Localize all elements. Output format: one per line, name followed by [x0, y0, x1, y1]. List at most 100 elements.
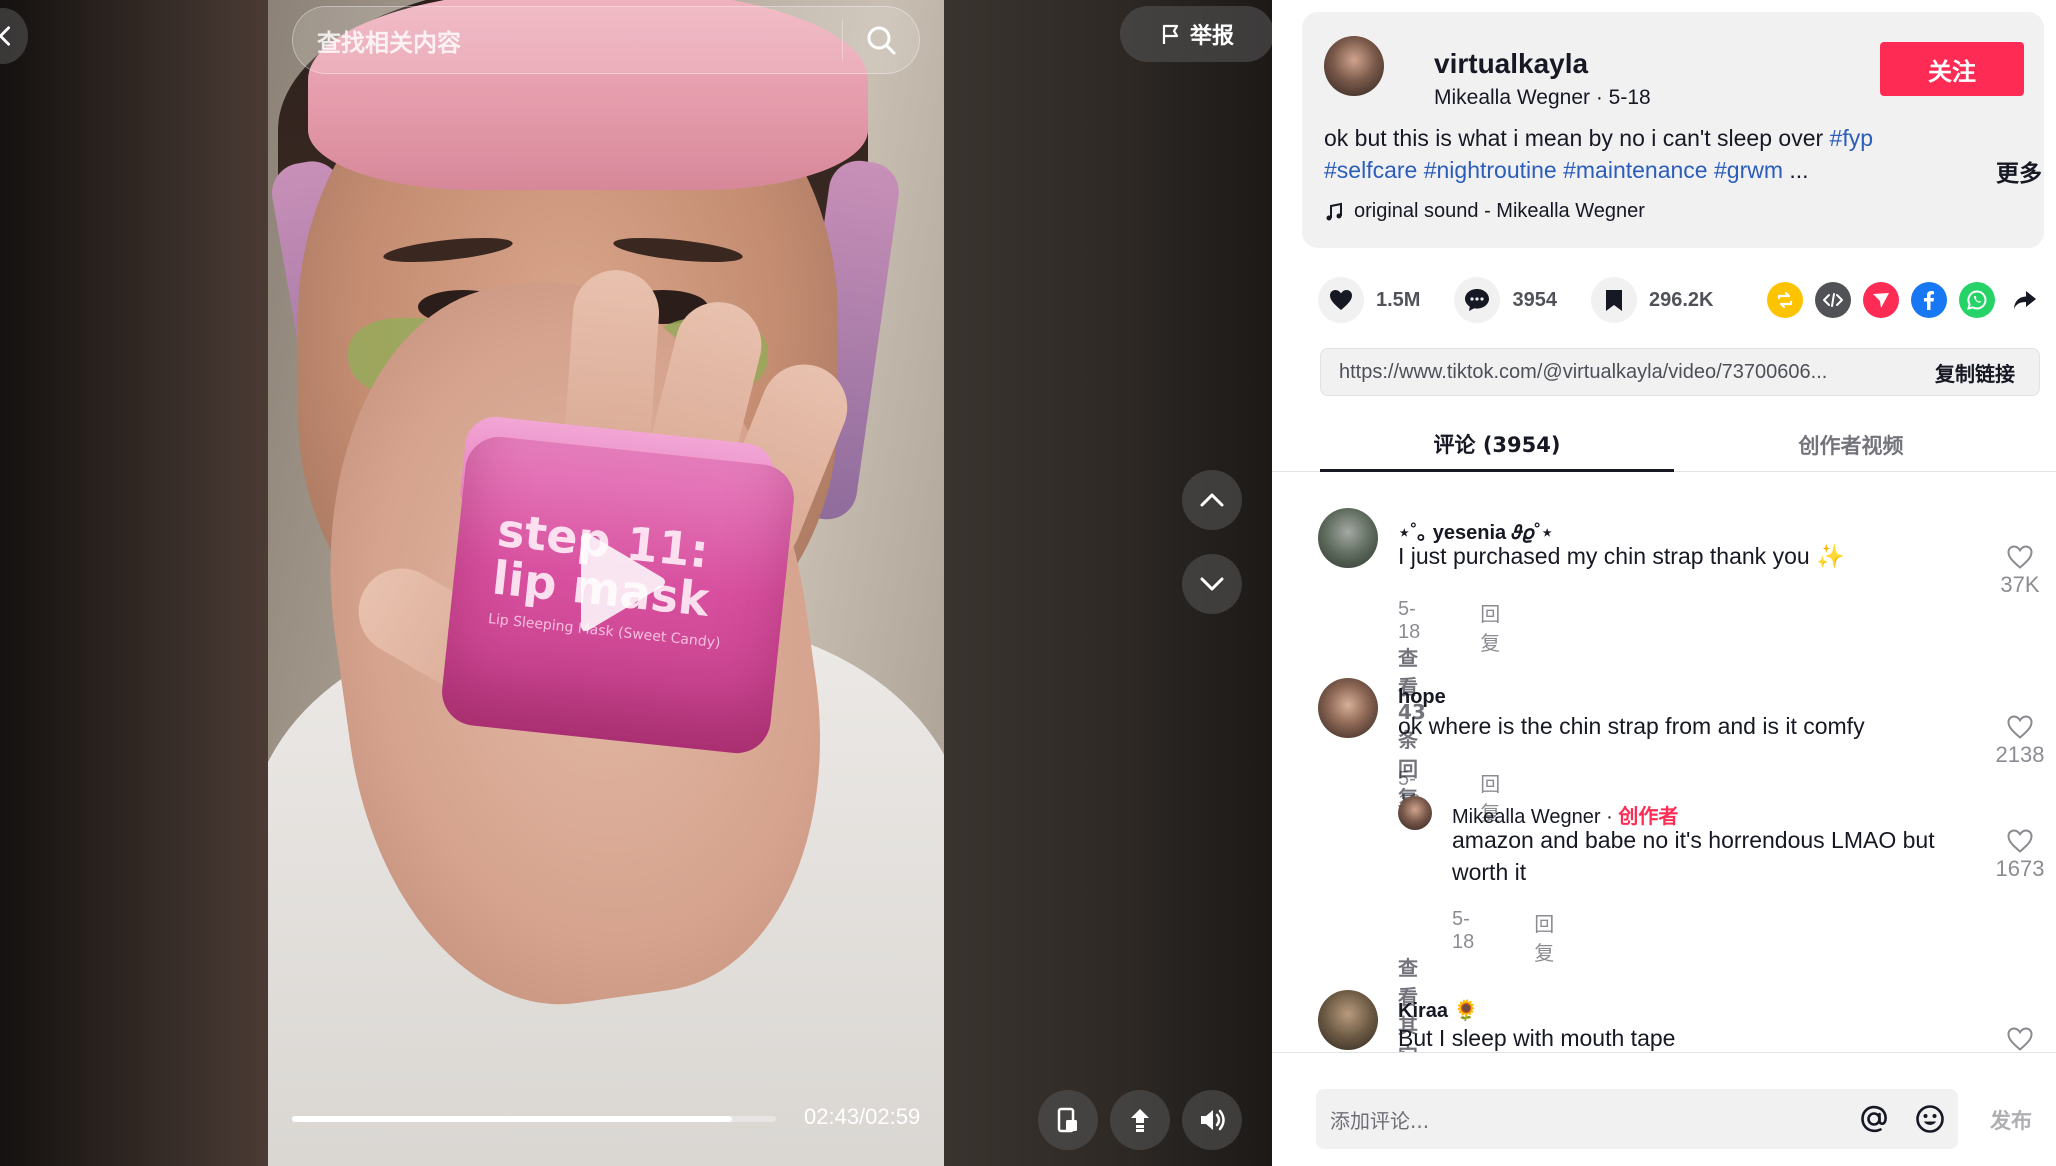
- comment-text: I just purchased my chin strap thank you…: [1398, 543, 1845, 569]
- comment-icon: [1465, 289, 1490, 311]
- flag-icon: [1162, 24, 1179, 44]
- reply-author-avatar[interactable]: [1398, 796, 1432, 830]
- copy-link-button[interactable]: 复制链接: [1921, 358, 2039, 387]
- blurred-backdrop-left: [0, 0, 268, 1166]
- more-button[interactable]: 更多: [1996, 154, 2042, 188]
- commenter-username[interactable]: hope: [1398, 686, 1446, 709]
- heart-icon: [1330, 290, 1352, 310]
- comment-text: But I sleep with mouth tape: [1398, 1025, 1676, 1051]
- previous-video-button[interactable]: [1182, 470, 1242, 530]
- video-stage: step 11: lip mask Lip Sleeping Mask (Swe…: [0, 0, 1272, 1166]
- action-bar: 1.5M 3954 296.2K: [1318, 276, 1747, 324]
- like-action[interactable]: 1.5M: [1318, 277, 1420, 323]
- comment-like[interactable]: 2138: [1988, 714, 2052, 768]
- embed-button[interactable]: [1815, 282, 1851, 318]
- panel-tabs: 评论 (3954) 创作者视频: [1272, 418, 2056, 472]
- author-avatar[interactable]: [1324, 36, 1384, 96]
- comment-input-placeholder[interactable]: 添加评论...: [1316, 1105, 1846, 1134]
- mention-button[interactable]: [1846, 1089, 1902, 1149]
- save-count: 296.2K: [1648, 288, 1714, 311]
- comment-action[interactable]: 3954: [1454, 277, 1557, 323]
- reply-like-count: 1673: [1995, 856, 2045, 881]
- reply-meta: 5-18 回复: [1452, 908, 1554, 966]
- comment-composer: 添加评论... 发布: [1272, 1052, 2056, 1166]
- comment-input[interactable]: 添加评论...: [1316, 1089, 1958, 1149]
- share-arrow-icon: [2014, 291, 2036, 309]
- video-url[interactable]: https://www.tiktok.com/@virtualkayla/vid…: [1321, 361, 1921, 384]
- hashtag-link[interactable]: #fyp: [1830, 125, 1873, 151]
- save-button[interactable]: [1590, 277, 1637, 323]
- next-video-button[interactable]: [1182, 554, 1242, 614]
- at-icon: [1861, 1105, 1887, 1133]
- music-note-icon: [1326, 202, 1342, 220]
- heart-outline-icon: [2007, 829, 2033, 853]
- chevron-up-icon: [1200, 493, 1224, 507]
- post-comment-button[interactable]: 发布: [1990, 1105, 2032, 1135]
- sound-link[interactable]: original sound - Mikealla Wegner: [1324, 200, 1645, 223]
- floating-player-button[interactable]: [1038, 1090, 1098, 1150]
- author-name-date: Mikealla Wegner · 5-18: [1434, 86, 1651, 109]
- detail-panel: virtualkayla Mikealla Wegner · 5-18 关注 o…: [1272, 0, 2056, 1166]
- search-bar[interactable]: 查找相关内容: [292, 6, 920, 74]
- video-time: 02:43/02:59: [804, 1104, 921, 1129]
- auto-scroll-icon: [1131, 1109, 1149, 1132]
- auto-scroll-button[interactable]: [1110, 1090, 1170, 1150]
- emoji-icon: [1916, 1105, 1944, 1133]
- repost-icon: [1777, 291, 1793, 309]
- caption-text: ok but this is what i mean by no i can't…: [1324, 125, 1830, 151]
- comment-like[interactable]: 37K: [1988, 544, 2052, 598]
- comment-count: 3954: [1512, 288, 1557, 311]
- search-button[interactable]: [843, 6, 919, 74]
- heart-outline-icon: [2007, 1027, 2033, 1051]
- follow-button[interactable]: 关注: [1880, 42, 2024, 96]
- repost-button[interactable]: [1767, 282, 1803, 318]
- search-placeholder[interactable]: 查找相关内容: [293, 23, 842, 58]
- post-info-card: virtualkayla Mikealla Wegner · 5-18 关注 o…: [1302, 12, 2044, 248]
- reply-text: amazon and babe no it's horrendous LMAO …: [1452, 827, 1935, 885]
- play-icon[interactable]: [572, 530, 668, 634]
- reply-like[interactable]: 1673: [1988, 828, 2052, 882]
- hashtag-link[interactable]: #maintenance: [1563, 157, 1708, 183]
- reply-button[interactable]: 回复: [1480, 598, 1500, 656]
- video-progress-fill: [292, 1116, 733, 1122]
- hashtag-link[interactable]: #nightroutine: [1424, 157, 1557, 183]
- comment-button[interactable]: [1454, 277, 1501, 323]
- report-button[interactable]: 举报: [1120, 6, 1272, 62]
- save-action[interactable]: 296.2K: [1590, 277, 1714, 323]
- emoji-button[interactable]: [1902, 1089, 1958, 1149]
- whatsapp-icon: [1967, 290, 1987, 310]
- send-to-friends-button[interactable]: [1863, 282, 1899, 318]
- volume-button[interactable]: [1182, 1090, 1242, 1150]
- facebook-share-button[interactable]: [1911, 282, 1947, 318]
- chevron-left-icon: [0, 26, 11, 46]
- video-player[interactable]: step 11: lip mask Lip Sleeping Mask (Swe…: [268, 0, 944, 1166]
- comment-list: ⋆˚｡ yesenia 𝜗𝜚˚⋆ I just purchased my chi…: [1272, 490, 2056, 1052]
- video-link-box: https://www.tiktok.com/@virtualkayla/vid…: [1320, 348, 2040, 396]
- like-count: 1.5M: [1376, 288, 1421, 311]
- tab-comments[interactable]: 评论 (3954): [1320, 418, 1674, 472]
- heart-outline-icon: [2007, 545, 2033, 569]
- commenter-avatar[interactable]: [1318, 990, 1378, 1050]
- tab-creator-videos[interactable]: 创作者视频: [1674, 418, 2028, 472]
- hashtag-link[interactable]: #selfcare: [1324, 157, 1417, 183]
- comment-like-count: 2138: [1995, 742, 2045, 767]
- whatsapp-share-button[interactable]: [1959, 282, 1995, 318]
- like-button[interactable]: [1318, 277, 1364, 323]
- reply-button[interactable]: 回复: [1534, 908, 1554, 966]
- commenter-username[interactable]: Kiraa 🌻: [1398, 998, 1479, 1023]
- send-icon: [1873, 293, 1889, 308]
- heart-outline-icon: [2007, 715, 2033, 739]
- sound-title: original sound - Mikealla Wegner: [1354, 200, 1645, 222]
- comment-like[interactable]: [1988, 1026, 2052, 1052]
- volume-icon: [1201, 1109, 1225, 1131]
- hashtag-link[interactable]: #grwm: [1714, 157, 1783, 183]
- post-caption: ok but this is what i mean by no i can't…: [1324, 122, 1944, 186]
- more-share-button[interactable]: [2007, 282, 2043, 318]
- commenter-avatar[interactable]: [1318, 678, 1378, 738]
- facebook-icon: [1924, 291, 1934, 310]
- video-progress-bar[interactable]: [292, 1116, 776, 1122]
- author-handle[interactable]: virtualkayla: [1434, 48, 1588, 80]
- commenter-avatar[interactable]: [1318, 508, 1378, 568]
- report-label: 举报: [1189, 24, 1234, 49]
- caption-ellipsis: ...: [1789, 157, 1809, 183]
